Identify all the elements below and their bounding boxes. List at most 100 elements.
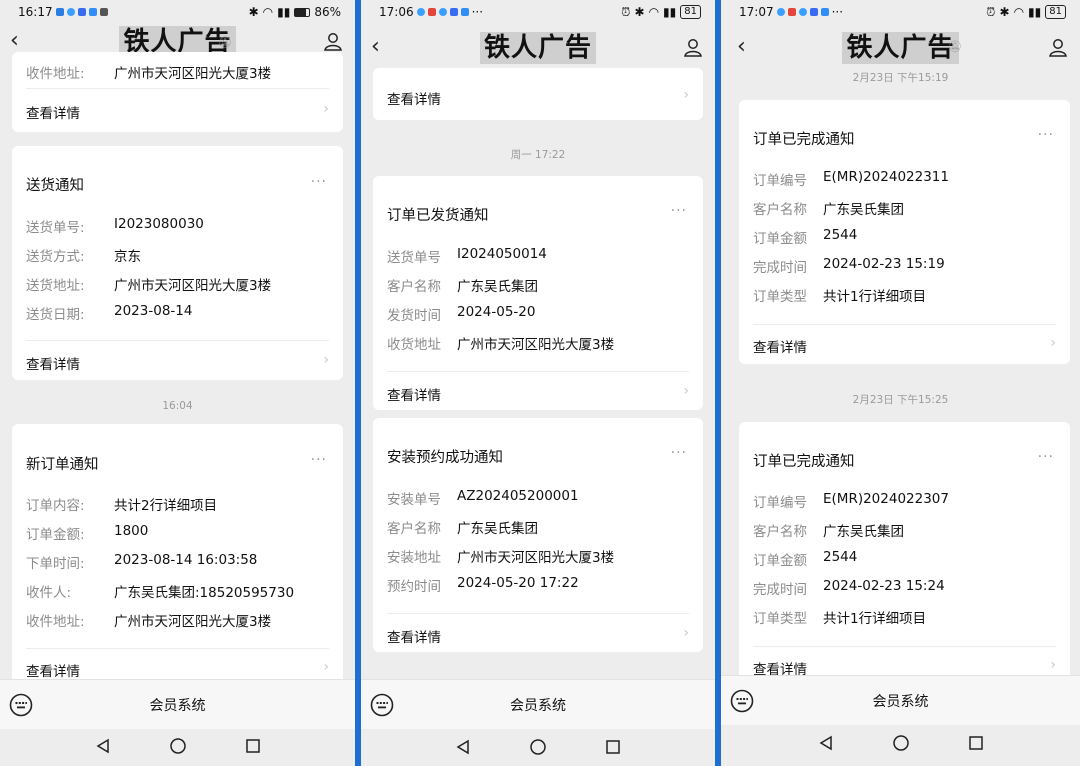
app-notification-icon: [77, 8, 86, 16]
info-row: 客户名称 广东吴氏集团: [387, 521, 538, 537]
app-notification-icon: [460, 8, 469, 16]
back-icon[interactable]: ‹: [10, 28, 19, 53]
status-time: 16:17: [18, 5, 53, 19]
divider: [387, 371, 689, 372]
info-row: 订单内容: 共计2行详细项目: [26, 498, 218, 514]
card-title: 新订单通知: [26, 457, 99, 473]
info-row: 完成时间 2024-02-23 15:19: [753, 256, 945, 276]
status-time: 17:07: [739, 5, 774, 19]
bottom-menu-bar: 会员系统: [721, 675, 1080, 725]
member-system-menu[interactable]: 会员系统: [150, 695, 206, 715]
message-timestamp: 周一 17:22: [510, 149, 566, 161]
order-shipped-card: 订单已发货通知 ··· 送货单号 I2024050014 客户名称 广东吴氏集团…: [373, 176, 703, 410]
status-bar: 16:17 ✱ ◠ ▮▮ 86%: [0, 0, 355, 24]
info-row: 客户名称 广东吴氏集团: [387, 279, 538, 295]
view-details-link[interactable]: 查看详情: [753, 336, 807, 356]
view-details-link[interactable]: 查看详情: [26, 102, 80, 122]
keyboard-icon[interactable]: [9, 693, 33, 721]
more-options-icon[interactable]: ···: [1038, 127, 1054, 143]
user-profile-icon[interactable]: [683, 37, 703, 61]
chevron-right-icon: ›: [1050, 335, 1056, 351]
info-row: 安装地址 广州市天河区阳光大厦3楼: [387, 550, 615, 566]
recents-nav-icon[interactable]: [605, 739, 621, 759]
user-profile-icon[interactable]: [1048, 37, 1068, 61]
info-row: 订单类型 共计1行详细项目: [753, 611, 927, 627]
view-details-link[interactable]: 查看详情: [387, 626, 441, 646]
home-nav-icon[interactable]: [892, 734, 910, 756]
card-title: 送货通知: [26, 178, 84, 194]
info-row: 安装单号 AZ202405200001: [387, 488, 579, 508]
info-row: 完成时间 2024-02-23 15:24: [753, 578, 945, 598]
phone-screen-3: 17:07 ··· ⏰︎ ✱ ◠ ▮▮ 81 ‹ 铁人广告 🔕︎ 2月23日 下…: [721, 0, 1080, 766]
card-title: 订单已发货通知: [387, 208, 489, 224]
info-row: 下单时间: 2023-08-14 16:03:58: [26, 552, 258, 572]
back-nav-icon[interactable]: [818, 735, 834, 755]
message-timestamp: 16:04: [162, 400, 193, 412]
back-icon[interactable]: ‹: [737, 34, 746, 59]
divider: [26, 340, 329, 341]
app-notification-icon: [66, 8, 75, 16]
info-row: 送货单号 I2024050014: [387, 246, 547, 266]
chevron-right-icon: ›: [1050, 657, 1056, 673]
app-notification-icon: [416, 8, 425, 16]
recents-nav-icon[interactable]: [968, 735, 984, 755]
keyboard-icon[interactable]: [730, 689, 754, 717]
back-icon[interactable]: ‹: [371, 34, 380, 59]
home-nav-icon[interactable]: [169, 737, 187, 759]
info-row: 客户名称 广东吴氏集团: [753, 202, 904, 218]
divider: [26, 88, 329, 89]
view-details-link[interactable]: 查看详情: [26, 353, 80, 373]
info-row: 收件地址: 广州市天河区阳光大厦3楼: [26, 66, 272, 82]
keyboard-icon[interactable]: [370, 693, 394, 721]
page-title: 铁人广告: [842, 32, 959, 64]
more-options-icon[interactable]: ···: [311, 452, 327, 468]
more-options-icon[interactable]: ···: [671, 445, 687, 461]
status-bar: 17:06 ··· ⏰︎ ✱ ◠ ▮▮ 81: [361, 0, 715, 24]
phone-screen-1: 16:17 ✱ ◠ ▮▮ 86% ‹ 铁人广告 🔕︎ 收件地址: 广州市天河区阳…: [0, 0, 355, 766]
recents-nav-icon[interactable]: [245, 738, 261, 758]
signal-icon: ▮▮: [663, 5, 677, 19]
mute-icon: 🔕︎: [948, 40, 962, 53]
app-notification-icon: [449, 8, 458, 16]
signal-icon: ▮▮: [1028, 5, 1042, 19]
more-options-icon[interactable]: ···: [1038, 449, 1054, 465]
view-details-link[interactable]: 查看详情: [26, 660, 80, 680]
divider: [387, 613, 689, 614]
order-complete-card: 订单已完成通知 ··· 订单编号 E(MR)2024022311 客户名称 广东…: [739, 100, 1070, 364]
info-row: 订单编号 E(MR)2024022311: [753, 169, 949, 189]
system-nav-bar: [0, 730, 355, 766]
delivery-notice-card: 送货通知 ··· 送货单号: I2023080030 送货方式: 京东 送货地址…: [12, 146, 343, 380]
member-system-menu[interactable]: 会员系统: [873, 691, 929, 711]
phone-screen-2: 17:06 ··· ⏰︎ ✱ ◠ ▮▮ 81 ‹ 铁人广告 查看详情 › 周一 …: [361, 0, 715, 766]
status-time: 17:06: [379, 5, 414, 19]
info-row: 送货日期: 2023-08-14: [26, 303, 193, 323]
app-notification-icon: [55, 8, 64, 16]
chevron-right-icon: ›: [683, 625, 689, 641]
bottom-menu-bar: 会员系统: [361, 679, 715, 729]
bluetooth-icon: ✱: [248, 5, 259, 19]
more-options-icon[interactable]: ···: [311, 174, 327, 190]
view-details-link[interactable]: 查看详情: [387, 384, 441, 404]
app-notification-icon: [820, 8, 829, 16]
message-card: 收件地址: 广州市天河区阳光大厦3楼 查看详情 ›: [12, 52, 343, 132]
member-system-menu[interactable]: 会员系统: [510, 695, 566, 715]
more-notifications-icon: ···: [831, 5, 844, 19]
view-details-link[interactable]: 查看详情: [387, 88, 441, 108]
app-notification-icon: [809, 8, 818, 16]
info-row: 订单金额 2544: [753, 227, 858, 247]
back-nav-icon[interactable]: [455, 739, 471, 759]
bluetooth-icon: ✱: [999, 5, 1010, 19]
back-nav-icon[interactable]: [95, 738, 111, 758]
card-title: 安装预约成功通知: [387, 450, 503, 466]
home-nav-icon[interactable]: [529, 738, 547, 760]
wifi-icon: ◠: [1013, 5, 1025, 19]
app-notification-icon: [798, 8, 807, 16]
divider: [26, 648, 329, 649]
app-notification-icon: [776, 8, 785, 16]
more-options-icon[interactable]: ···: [671, 203, 687, 219]
info-row: 送货方式: 京东: [26, 249, 141, 265]
status-bar: 17:07 ··· ⏰︎ ✱ ◠ ▮▮ 81: [721, 0, 1080, 24]
install-appointment-card: 安装预约成功通知 ··· 安装单号 AZ202405200001 客户名称 广东…: [373, 418, 703, 652]
info-row: 发货时间 2024-05-20: [387, 304, 536, 324]
page-title: 铁人广告: [479, 32, 596, 64]
